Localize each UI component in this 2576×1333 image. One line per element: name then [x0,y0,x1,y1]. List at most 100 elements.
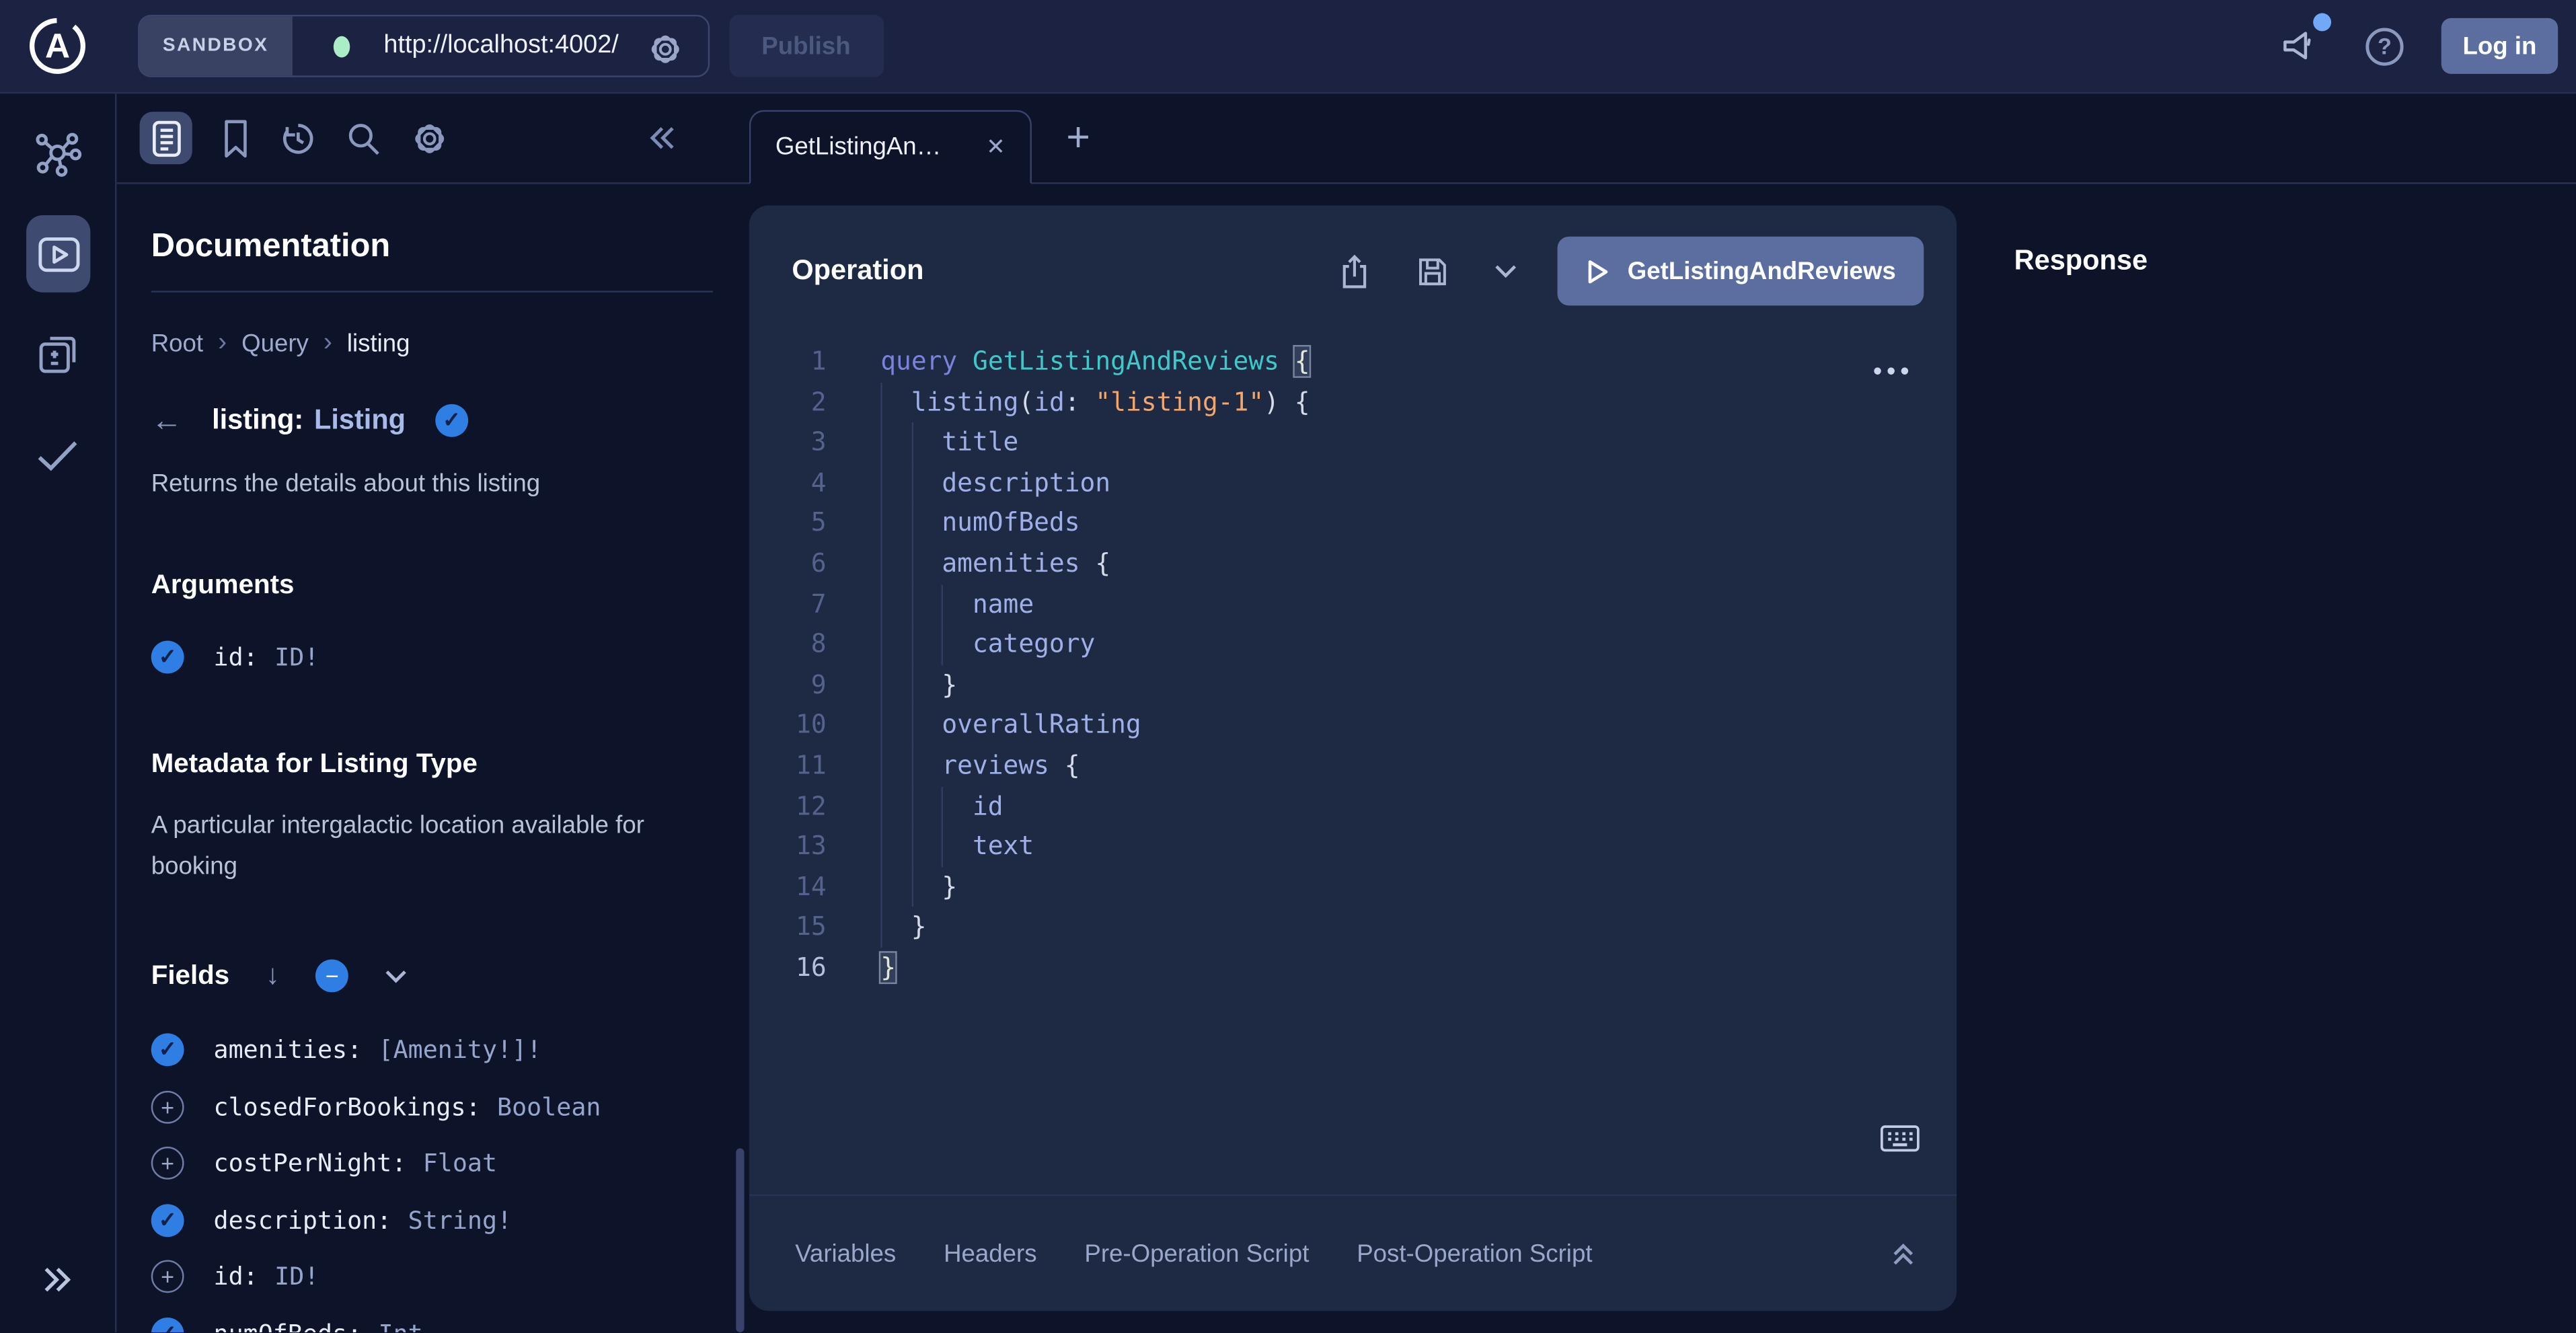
code-line[interactable]: 6amenities { [749,543,1957,584]
expand-rail-icon[interactable] [40,1262,76,1298]
code-text: title [942,422,1018,463]
code-text: numOfBeds [942,503,1079,543]
code-line[interactable]: 3title [749,422,1957,463]
expand-bottom-panel-icon[interactable] [1889,1240,1918,1268]
line-number: 2 [749,382,827,422]
breadcrumb-separator-icon: › [218,329,227,358]
operation-tabbar: GetListingAn… ✕ + [747,93,2576,184]
save-icon[interactable] [1414,252,1450,290]
field-type[interactable]: String! [408,1205,512,1235]
code-line[interactable]: 12id [749,786,1957,827]
bottom-tab[interactable]: Variables [795,1240,896,1268]
help-icon[interactable]: ? [2365,27,2403,65]
plus-circle-icon[interactable]: + [151,1090,184,1123]
check-circle-icon[interactable]: ✓ [151,1317,184,1332]
field-type[interactable]: Boolean [497,1092,601,1121]
selected-field-type[interactable]: Listing [314,404,406,435]
schema-graph-icon[interactable] [33,131,82,177]
indent-guide [911,665,942,706]
field-name: costPerNight: [214,1148,407,1178]
search-icon[interactable] [345,119,383,157]
doc-toolbar [116,93,747,184]
field-type[interactable]: Float [423,1148,497,1178]
share-icon[interactable] [1336,252,1371,290]
check-circle-icon[interactable]: ✓ [151,641,184,674]
fields-list: ✓amenities:[Amenity!]! +closedForBookings… [151,1030,713,1332]
save-options-chevron-icon[interactable] [1492,263,1517,279]
operation-tab[interactable]: GetListingAn… ✕ [749,110,1032,184]
tab-close-icon[interactable]: ✕ [986,133,1006,161]
indent-guide [880,503,911,543]
code-line[interactable]: 8category [749,625,1957,665]
code-line[interactable]: 1query GetListingAndReviews { [749,342,1957,382]
doc-tab-documentation[interactable] [140,112,192,164]
deselect-all-minus-icon[interactable]: − [315,959,348,992]
run-operation-button[interactable]: GetListingAndReviews [1557,237,1924,306]
indent-guide [942,584,973,624]
bottom-tab[interactable]: Post-Operation Script [1357,1240,1592,1268]
code-text: description [942,463,1110,503]
plus-circle-icon[interactable]: + [151,1147,184,1180]
sidebar-item-explorer[interactable] [26,215,90,293]
doc-panel-title: Documentation [151,229,713,266]
sandbox-badge: SANDBOX [140,16,292,75]
code-line[interactable]: 7name [749,584,1957,624]
keyboard-shortcuts-icon[interactable] [1879,1124,1920,1153]
fields-chevron-down-icon[interactable] [385,968,408,983]
field-row[interactable]: ✓numOfBeds:Int [151,1313,713,1332]
new-tab-icon[interactable]: + [1066,115,1090,163]
code-line[interactable]: 14} [749,867,1957,907]
code-line[interactable]: 13text [749,827,1957,867]
code-text: } [942,665,957,706]
field-row[interactable]: + costPerNight: Float [151,1143,713,1183]
breadcrumb-item[interactable]: Query [241,330,309,358]
publish-button[interactable]: Publish [728,15,883,77]
field-type[interactable]: Int [379,1318,423,1332]
endpoint-url-input[interactable]: http://localhost:4002/ [383,31,618,61]
changelog-clipboard-icon[interactable] [36,334,79,377]
field-row[interactable]: +closedForBookings:Boolean [151,1087,713,1127]
collapse-panel-icon[interactable] [646,122,679,155]
announcements-megaphone-icon[interactable] [2280,26,2321,66]
plus-circle-icon[interactable]: + [151,1260,184,1293]
endpoint-url-bar[interactable]: SANDBOX http://localhost:4002/ [138,15,709,77]
code-line[interactable]: 15} [749,907,1957,948]
code-line[interactable]: 10overallRating [749,706,1957,746]
code-line[interactable]: 5numOfBeds [749,503,1957,543]
checks-icon[interactable] [34,437,80,473]
code-line[interactable]: 11reviews { [749,746,1957,786]
breadcrumb-item[interactable]: Root [151,330,203,358]
check-circle-icon[interactable]: ✓ [151,1203,184,1236]
bottom-tab[interactable]: Pre-Operation Script [1084,1240,1309,1268]
code-line[interactable]: 2 listing(id: "listing-1") { [749,382,1957,422]
field-selected-check-icon[interactable]: ✓ [435,404,468,437]
left-icon-rail [0,93,116,1332]
bottom-tab[interactable]: Headers [944,1240,1037,1268]
code-line[interactable]: 16} [749,948,1957,988]
field-type[interactable]: [Amenity!]! [379,1035,542,1065]
field-row[interactable]: ✓id:ID! [151,638,713,677]
sort-down-icon[interactable]: ↓ [266,959,280,992]
apollo-logo-icon[interactable]: A [28,16,87,75]
field-row[interactable]: +id:ID! [151,1257,713,1297]
field-row[interactable]: ✓amenities:[Amenity!]! [151,1030,713,1070]
explorer-settings-gear-icon[interactable] [411,119,449,157]
operation-more-menu-icon[interactable]: ••• [1873,358,1914,386]
check-circle-icon[interactable]: ✓ [151,1033,184,1066]
field-row[interactable]: ✓description:String! [151,1200,713,1240]
line-number: 15 [749,907,827,948]
code-text: name [973,584,1034,624]
connection-settings-gear-icon[interactable] [646,30,683,67]
login-button[interactable]: Log in [2441,18,2558,74]
code-text: listing(id: "listing-1") { [911,382,1310,422]
indent-guide [880,625,911,665]
code-line[interactable]: 9} [749,665,1957,706]
back-arrow-icon[interactable]: ← [151,405,182,436]
field-type[interactable]: ID! [274,1262,319,1291]
history-icon[interactable] [279,119,317,157]
saved-bookmark-icon[interactable] [220,118,251,159]
code-editor[interactable]: 1query GetListingAndReviews {2 listing(id… [749,342,1957,988]
doc-scrollbar[interactable] [736,1148,744,1332]
field-type[interactable]: ID! [274,642,319,672]
code-line[interactable]: 4description [749,463,1957,503]
